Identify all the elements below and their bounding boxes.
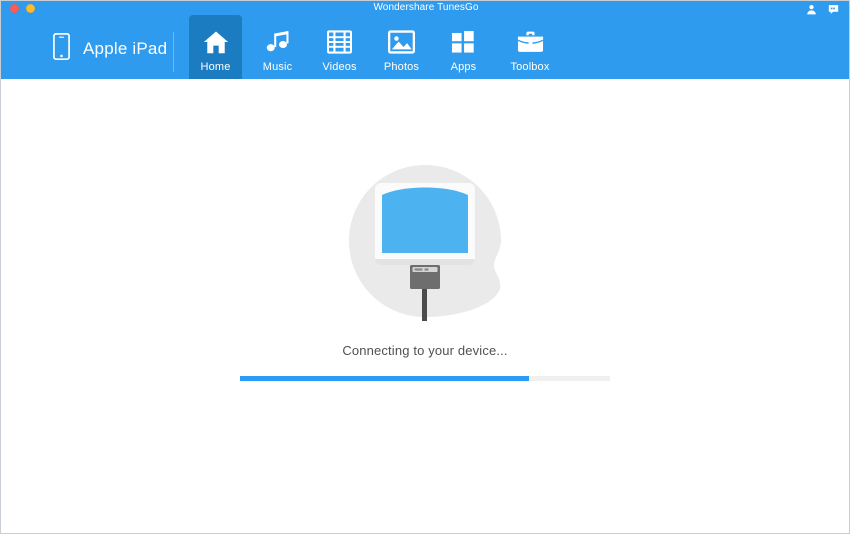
app-header: Apple iPad Home Music Videos Photos Apps… (1, 15, 849, 79)
tab-home-label: Home (200, 61, 231, 73)
tab-music-label: Music (262, 61, 293, 73)
header-divider (173, 32, 174, 72)
tab-toolbox-label: Toolbox (510, 61, 550, 73)
connection-progress-fill (240, 376, 529, 381)
tab-apps[interactable]: Apps (437, 15, 490, 79)
tab-videos[interactable]: Videos (313, 15, 366, 79)
window-title: Wondershare TunesGo (373, 2, 479, 13)
briefcase-icon (517, 27, 544, 57)
tab-videos-label: Videos (322, 61, 357, 73)
connection-progress-bar (240, 376, 610, 381)
main-navigation: Home Music Videos Photos Apps Toolbox (189, 15, 570, 79)
connected-device[interactable]: Apple iPad (53, 33, 167, 65)
mobile-device-icon (53, 33, 70, 65)
main-content: Connecting to your device... (1, 79, 849, 533)
minimize-button[interactable] (26, 4, 35, 13)
tab-photos[interactable]: Photos (375, 15, 428, 79)
window-controls (10, 4, 35, 13)
app-window: Wondershare TunesGo Apple iPad Home Musi… (0, 0, 850, 534)
apps-grid-icon (451, 27, 476, 57)
device-connecting-illustration (345, 161, 505, 321)
device-name-label: Apple iPad (83, 39, 168, 58)
tab-music[interactable]: Music (251, 15, 304, 79)
tab-photos-label: Photos (383, 61, 420, 73)
title-bar: Wondershare TunesGo (1, 1, 849, 15)
music-icon (265, 27, 291, 57)
video-icon (327, 27, 352, 57)
close-button[interactable] (10, 4, 19, 13)
tab-apps-label: Apps (450, 61, 477, 73)
tab-toolbox[interactable]: Toolbox (499, 15, 561, 79)
connection-status-text: Connecting to your device... (342, 343, 508, 358)
photo-icon (388, 27, 415, 57)
tab-home[interactable]: Home (189, 15, 242, 79)
home-icon (203, 27, 229, 57)
